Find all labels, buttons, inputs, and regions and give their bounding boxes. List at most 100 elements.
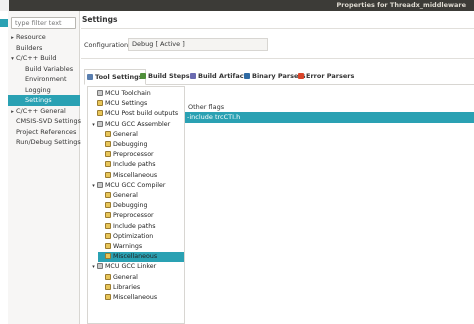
nav-item-c-cpp-build[interactable]: ▾ C/C++ Build bbox=[8, 53, 80, 64]
tree-item-mcu-gcc-linker[interactable]: ▾ MCU GCC Linker bbox=[90, 262, 184, 272]
tree-item-label: Libraries bbox=[113, 283, 141, 291]
tree-item-mcu-gcc-assembler[interactable]: ▾ MCU GCC Assembler bbox=[90, 120, 184, 130]
tree-item-mcu-gcc-compiler[interactable]: ▾ MCU GCC Compiler bbox=[90, 181, 184, 191]
build-artifact-icon bbox=[190, 73, 196, 79]
nav-item-label: C/C++ Build bbox=[16, 54, 57, 62]
tree-item-label: MCU Settings bbox=[105, 100, 148, 108]
tree-item-compiler-optimization[interactable]: Optimization bbox=[98, 232, 184, 242]
tree-item-label: Preprocessor bbox=[113, 151, 154, 159]
window-title: Properties for Threadx_middleware bbox=[336, 1, 466, 9]
nav-item-project-references[interactable]: Project References bbox=[8, 127, 80, 138]
other-flags-input[interactable]: -include trcCTI.h bbox=[185, 112, 474, 123]
tree-item-mcu-toolchain[interactable]: MCU Toolchain bbox=[90, 89, 184, 99]
nav-item-label: Resource bbox=[16, 33, 46, 41]
tree-item-compiler-debugging[interactable]: Debugging bbox=[98, 201, 184, 211]
tab-label: Build Steps bbox=[148, 72, 190, 80]
nav-item-logging[interactable]: Logging bbox=[8, 85, 80, 96]
tree-item-linker-miscellaneous[interactable]: Miscellaneous bbox=[98, 293, 184, 303]
tree-item-label: General bbox=[113, 130, 138, 138]
settings-icon bbox=[105, 130, 111, 137]
tree-item-assembler-include-paths[interactable]: Include paths bbox=[98, 160, 184, 170]
tree-item-label: Include paths bbox=[113, 161, 156, 169]
tree-item-label: Optimization bbox=[113, 232, 154, 240]
nav-item-label: Run/Debug Settings bbox=[16, 138, 81, 146]
tree-item-mcu-post-build-outputs[interactable]: MCU Post build outputs bbox=[90, 109, 184, 119]
left-panel: ▸Resource Builders ▾C/C++ Build Build Va… bbox=[8, 11, 81, 324]
options-pane: Other flags -include trcCTI.h bbox=[185, 86, 474, 324]
configuration-select[interactable]: Debug [ Active ] bbox=[128, 38, 268, 51]
nav-item-label: Settings bbox=[25, 96, 52, 104]
settings-nav: ▸ Resource Builders ▾ C/C++ Build Build Va… bbox=[8, 32, 81, 148]
tree-item-label: Warnings bbox=[113, 243, 143, 250]
tree-item-compiler-warnings[interactable]: Warnings bbox=[98, 242, 184, 252]
other-flags-label: Other flags bbox=[188, 103, 225, 111]
tab-label: Build Artifact bbox=[198, 72, 247, 80]
settings-icon bbox=[105, 283, 111, 290]
tab-label: Error Parsers bbox=[306, 72, 355, 80]
tree-item-assembler-preprocessor[interactable]: Preprocessor bbox=[98, 150, 184, 160]
nav-item-settings[interactable]: Settings bbox=[8, 95, 80, 106]
nav-item-run-debug-settings[interactable]: Run/Debug Settings bbox=[8, 137, 81, 148]
tree-item-compiler-general[interactable]: General bbox=[98, 191, 184, 201]
tab-build-artifact[interactable]: Build Artifact bbox=[188, 69, 249, 85]
tool-settings-tree: MCU Toolchain MCU Settings MCU Post buil… bbox=[87, 86, 185, 324]
tree-item-compiler-miscellaneous[interactable]: Miscellaneous bbox=[98, 252, 184, 263]
tree-item-compiler-include-paths[interactable]: Include paths bbox=[98, 222, 184, 232]
tree-item-label: Miscellaneous bbox=[113, 294, 158, 301]
nav-item-build-variables[interactable]: Build Variables bbox=[8, 64, 80, 75]
tree-item-assembler-general[interactable]: General bbox=[98, 130, 184, 140]
tree-item-linker-libraries[interactable]: Libraries bbox=[98, 283, 184, 293]
tab-tool-settings[interactable]: Tool Settings bbox=[84, 69, 146, 85]
tool-icon bbox=[97, 263, 103, 270]
settings-icon bbox=[105, 161, 111, 168]
nav-item-label: Environment bbox=[25, 75, 67, 83]
collapse-arrow-icon[interactable]: ▾ bbox=[90, 262, 97, 272]
filter-box[interactable] bbox=[11, 17, 76, 29]
tree-item-label: Debugging bbox=[113, 141, 148, 148]
error-parsers-icon bbox=[298, 73, 304, 79]
tree-item-linker-general[interactable]: General bbox=[98, 273, 184, 283]
settings-icon bbox=[105, 141, 111, 147]
settings-icon bbox=[105, 253, 111, 260]
collapse-arrow-icon[interactable]: ▾ bbox=[90, 181, 97, 191]
filter-input[interactable] bbox=[12, 18, 75, 28]
tool-settings-icon bbox=[87, 74, 93, 80]
tree-item-compiler-preprocessor[interactable]: Preprocessor bbox=[98, 211, 184, 221]
settings-icon bbox=[105, 151, 111, 158]
settings-icon bbox=[105, 243, 111, 249]
tree-item-label: MCU Toolchain bbox=[105, 90, 151, 97]
nav-item-resource[interactable]: ▸ Resource bbox=[8, 32, 80, 43]
settings-icon bbox=[105, 202, 111, 209]
collapse-arrow-icon[interactable]: ▾ bbox=[90, 120, 97, 130]
tree-item-label: General bbox=[113, 273, 138, 281]
nav-item-label: CMSIS-SVD Settings bbox=[16, 117, 81, 125]
settings-icon bbox=[105, 222, 111, 229]
tab-build-steps[interactable]: Build Steps bbox=[138, 69, 192, 85]
nav-item-label: Builders bbox=[16, 43, 43, 52]
settings-icon bbox=[105, 192, 111, 198]
toolchain-icon bbox=[97, 90, 103, 96]
nav-item-cmsis-svd-settings[interactable]: CMSIS-SVD Settings bbox=[8, 116, 81, 127]
settings-icon bbox=[105, 171, 111, 178]
tree-item-label: Debugging bbox=[113, 202, 148, 210]
tab-error-parsers[interactable]: Error Parsers bbox=[296, 69, 356, 85]
nav-item-c-cpp-general[interactable]: ▸ C/C++ General bbox=[8, 106, 80, 117]
settings-icon bbox=[97, 100, 103, 107]
nav-item-label: Build Variables bbox=[25, 64, 74, 73]
titlebar-left-strip bbox=[0, 0, 9, 11]
tree-item-mcu-settings[interactable]: MCU Settings bbox=[90, 99, 184, 109]
tool-icon bbox=[97, 120, 103, 127]
settings-icon bbox=[105, 212, 111, 219]
divider bbox=[81, 28, 474, 29]
tree-item-label: Miscellaneous bbox=[113, 253, 158, 261]
tree-item-label: MCU GCC Assembler bbox=[105, 120, 171, 128]
nav-item-builders[interactable]: Builders bbox=[8, 43, 80, 54]
page-title: Settings bbox=[82, 15, 118, 24]
window-titlebar: Properties for Threadx_middleware bbox=[0, 0, 474, 11]
nav-item-environment[interactable]: Environment bbox=[8, 74, 80, 85]
settings-icon bbox=[105, 232, 111, 239]
settings-icon bbox=[105, 294, 111, 300]
tree-item-assembler-debugging[interactable]: Debugging bbox=[98, 140, 184, 150]
tree-item-assembler-miscellaneous[interactable]: Miscellaneous bbox=[98, 171, 184, 181]
tree-item-label: MCU Post build outputs bbox=[105, 110, 179, 118]
